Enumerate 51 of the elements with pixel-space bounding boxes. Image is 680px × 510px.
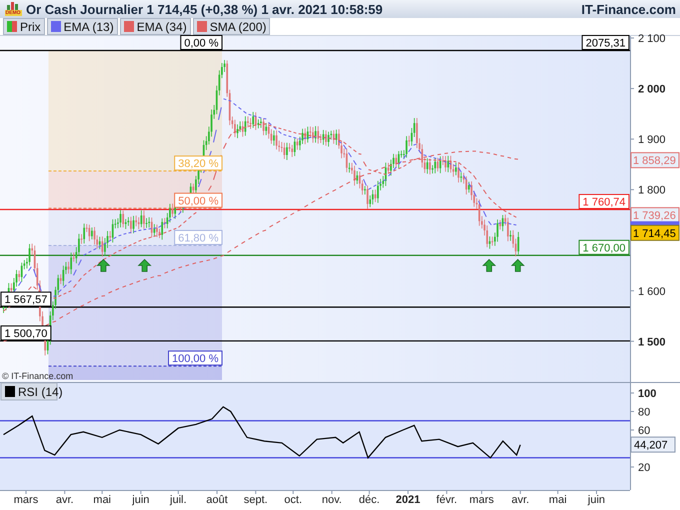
level-label: 1 567,57 — [0, 292, 52, 307]
price-tag: 44,207 — [630, 436, 676, 453]
axis-label: mars — [469, 494, 494, 506]
legend-item[interactable]: EMA (13) — [46, 18, 118, 35]
fib-label: 0,00 % — [180, 34, 222, 50]
axis-label: déc. — [358, 494, 380, 506]
axis-label: 2 100 — [638, 33, 666, 45]
site-name: IT-Finance.com — [581, 2, 676, 16]
price-tag: 1 739,26 — [630, 207, 680, 224]
axis-label: 100 — [638, 388, 656, 400]
legend-item[interactable]: EMA (34) — [120, 18, 191, 35]
axis-label: 1 800 — [638, 184, 666, 197]
copyright-text: © IT-Finance.com — [2, 371, 74, 381]
axis-label: oct. — [284, 494, 302, 506]
axis-label: avr. — [56, 494, 74, 506]
legend-item[interactable]: Prix — [3, 18, 45, 35]
axis-label: juil. — [170, 494, 187, 506]
up-arrow-icon — [96, 258, 110, 272]
axis-label: mars — [14, 494, 38, 506]
fib-label: 61,80 % — [174, 230, 222, 245]
fib-label: 38,20 % — [174, 156, 222, 171]
axis-label: sept. — [244, 494, 268, 506]
axis-label: nov. — [322, 494, 342, 506]
axis-label: 1 900 — [638, 134, 666, 146]
axis-label: 1 600 — [638, 286, 666, 298]
axis-label: févr. — [436, 494, 458, 506]
up-arrow-icon — [510, 258, 525, 272]
axis-label: août — [206, 494, 228, 506]
level-label: 2075,31 — [582, 34, 630, 50]
axis-label: juin — [588, 494, 606, 506]
level-label: 1 760,74 — [578, 194, 630, 209]
axis-label: 1 500 — [638, 336, 666, 348]
legend-item[interactable]: SMA (200) — [192, 18, 270, 35]
axis-label: 60 — [638, 425, 650, 437]
axis-label: 2 000 — [638, 84, 666, 96]
level-label: 1 670,00 — [578, 240, 630, 255]
axis-label: 2021 — [396, 494, 420, 506]
up-arrow-icon — [482, 258, 496, 272]
axis-label: avr. — [511, 494, 530, 506]
price-tag: 1 858,29 — [630, 152, 680, 168]
axis-label: juin — [132, 494, 150, 506]
chart-title: Or Cash Journalier 1 714,45 (+0,38 %) 1 avr. 2021 10:58:59 — [26, 2, 383, 16]
axis-label: mai — [93, 494, 112, 506]
fib-label: 50,00 % — [174, 192, 222, 208]
price-tag: 1 714,45 — [630, 224, 680, 241]
level-label: 1 500,70 — [0, 325, 52, 340]
axis-label: mai — [548, 494, 567, 506]
fib-label: 100,00 % — [168, 350, 222, 366]
up-arrow-icon — [138, 258, 152, 272]
axis-label: 80 — [638, 406, 650, 418]
axis-label: 20 — [638, 462, 650, 474]
